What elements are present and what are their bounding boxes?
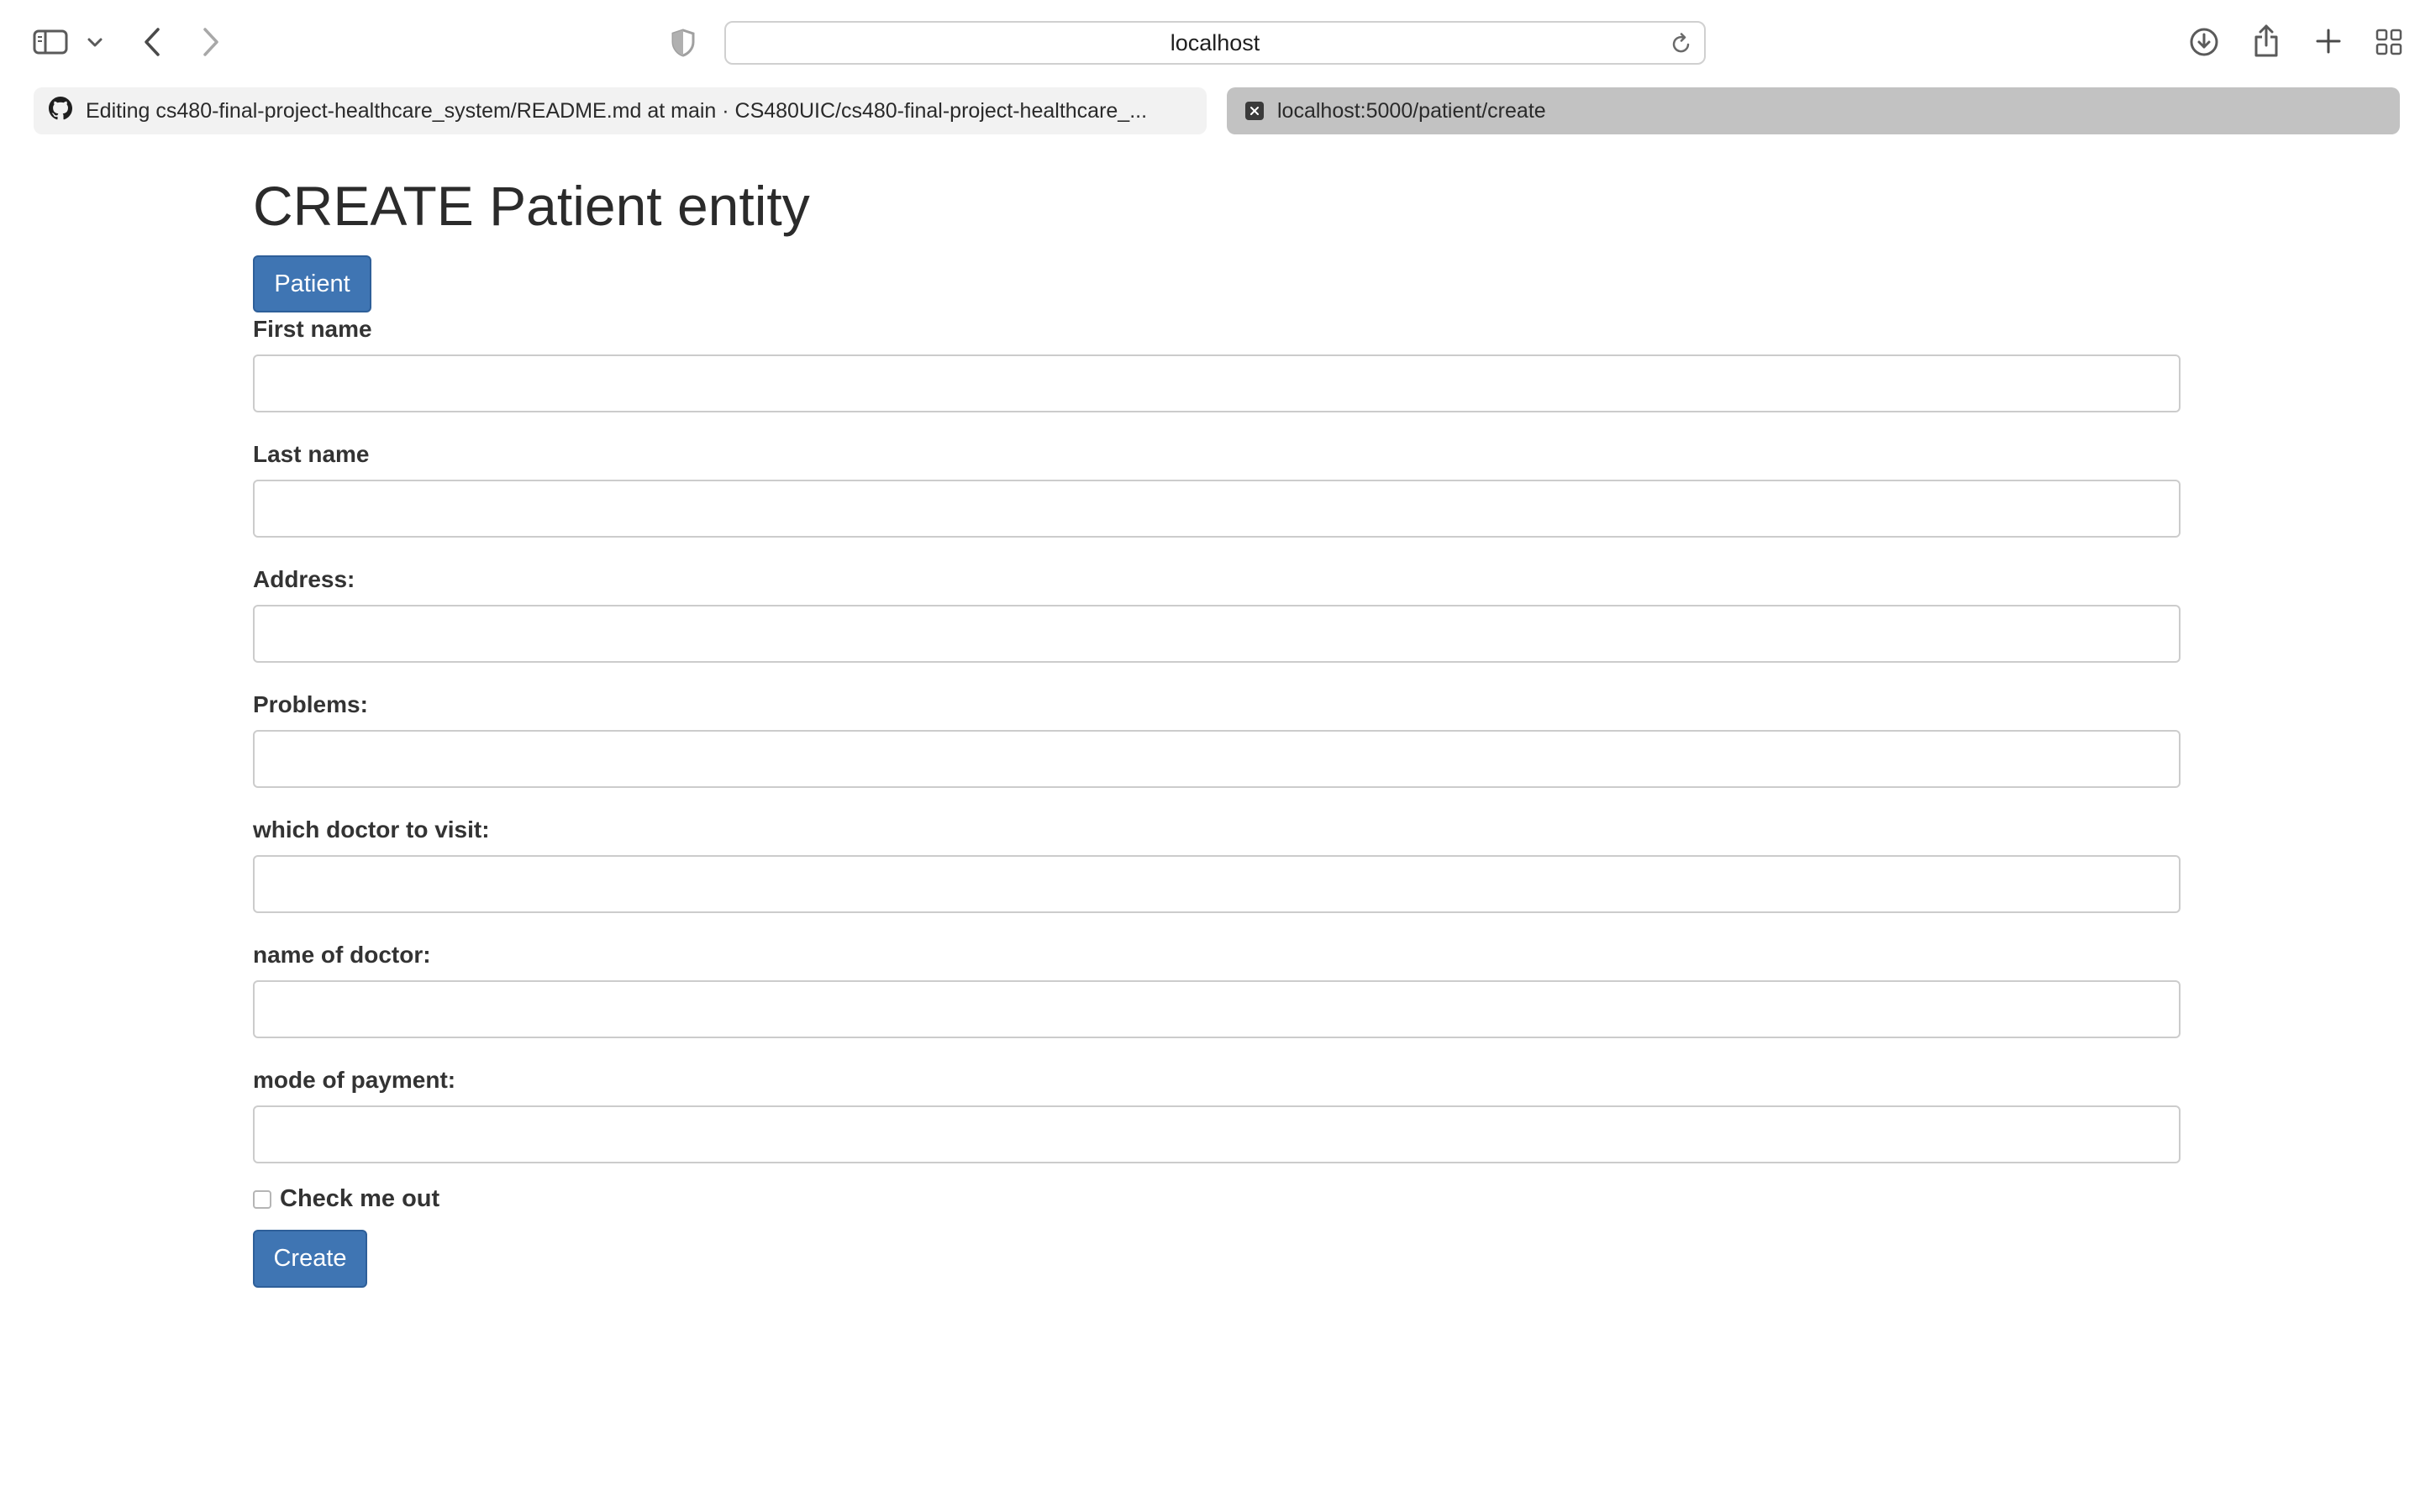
first-name-label: First name	[253, 316, 372, 342]
problems-input[interactable]	[253, 730, 2181, 788]
chevron-down-icon[interactable]	[86, 34, 104, 52]
tab-title: localhost:5000/patient/create	[1277, 98, 1546, 123]
doctor-to-visit-input[interactable]	[253, 855, 2181, 913]
github-icon	[49, 96, 72, 126]
address-label: Address:	[253, 566, 355, 592]
payment-mode-label: mode of payment:	[253, 1067, 456, 1093]
back-icon[interactable]	[139, 25, 165, 59]
last-name-label: Last name	[253, 441, 370, 467]
doctor-name-input[interactable]	[253, 980, 2181, 1038]
first-name-input[interactable]	[253, 354, 2181, 412]
tab-title: Editing cs480-final-project-healthcare_s…	[86, 98, 1148, 123]
last-name-input[interactable]	[253, 480, 2181, 538]
payment-mode-input[interactable]	[253, 1105, 2181, 1163]
new-tab-icon[interactable]	[2314, 27, 2343, 55]
reload-icon[interactable]	[1670, 33, 1692, 55]
download-icon[interactable]	[2188, 26, 2220, 58]
check-me-out-row: Check me out	[253, 1185, 439, 1213]
privacy-shield-icon[interactable]	[669, 28, 697, 58]
page-title: CREATE Patient entity	[253, 175, 810, 237]
check-me-out-label[interactable]: Check me out	[280, 1185, 439, 1213]
address-bar[interactable]: localhost	[724, 21, 1706, 65]
share-icon[interactable]	[2252, 22, 2281, 59]
address-text: localhost	[1170, 29, 1260, 55]
tab-strip: Editing cs480-final-project-healthcare_s…	[0, 86, 2420, 138]
close-icon[interactable]	[1245, 102, 1264, 120]
tab-patient-create[interactable]: localhost:5000/patient/create	[1227, 87, 2400, 134]
browser-toolbar: localhost	[0, 0, 2420, 86]
create-button[interactable]: Create	[253, 1230, 367, 1288]
forward-icon[interactable]	[198, 25, 224, 59]
patient-button[interactable]: Patient	[253, 255, 371, 312]
tab-overview-icon[interactable]	[2375, 28, 2403, 56]
tab-github-readme[interactable]: Editing cs480-final-project-healthcare_s…	[34, 87, 1207, 134]
address-input[interactable]	[253, 605, 2181, 663]
doctor-name-label: name of doctor:	[253, 942, 431, 968]
problems-label: Problems:	[253, 691, 368, 717]
doctor-to-visit-label: which doctor to visit:	[253, 816, 490, 843]
check-me-out-checkbox[interactable]	[253, 1189, 271, 1209]
sidebar-icon[interactable]	[32, 27, 69, 57]
